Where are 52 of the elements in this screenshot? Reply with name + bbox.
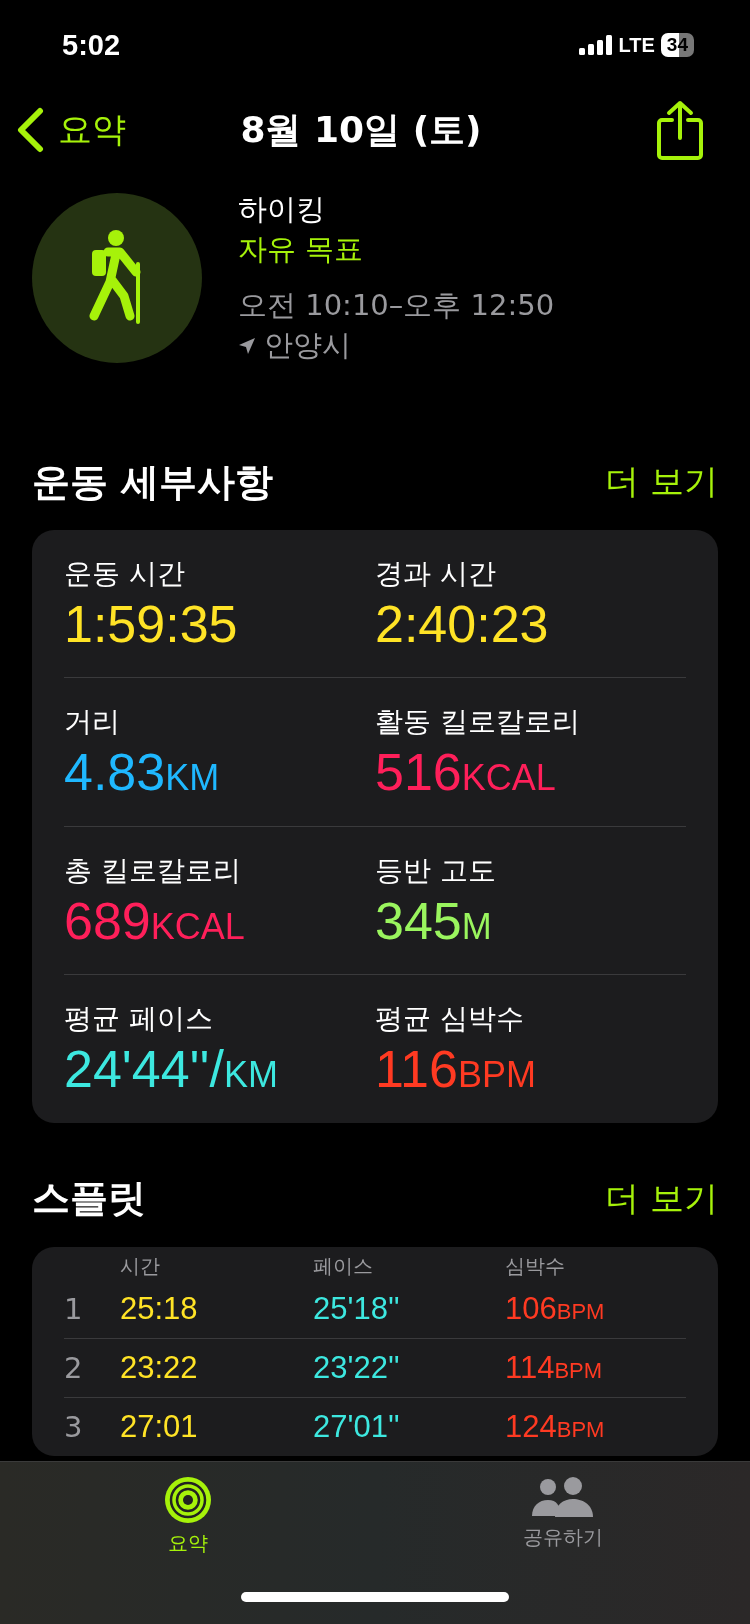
split-index: 3 (64, 1409, 84, 1444)
more-link[interactable]: 더 보기 (605, 459, 718, 505)
battery-indicator: 34 (660, 33, 694, 57)
column-header: 심박수 (505, 1252, 566, 1280)
split-pace: 23'22'' (313, 1349, 401, 1386)
metric-label: 거리 (64, 704, 121, 741)
rings-icon (163, 1476, 212, 1524)
section-title: 운동 세부사항 (32, 458, 274, 506)
share-icon (656, 100, 704, 160)
share-button[interactable] (656, 100, 704, 160)
split-index: 1 (64, 1291, 84, 1326)
section-title: 스플릿 (32, 1175, 146, 1223)
split-pace: 25'18'' (313, 1290, 401, 1327)
people-icon (530, 1476, 595, 1518)
nav-title: 8월 10일 (토) (239, 107, 483, 152)
split-time: 27:01 (120, 1408, 199, 1445)
metric-label: 평균 심박수 (375, 1001, 525, 1038)
metric-value: 1:59:35 (64, 594, 239, 655)
metric-value: 516KCAL (375, 742, 557, 804)
network-label: LTE (618, 33, 655, 57)
status-time: 5:02 (62, 28, 121, 62)
split-heart-rate: 114BPM (505, 1349, 604, 1386)
metric-value: 345M (375, 890, 493, 952)
chevron-left-icon (16, 107, 44, 153)
metric-label: 총 킬로칼로리 (64, 852, 242, 889)
metric-label: 평균 페이스 (64, 1001, 214, 1038)
metric-value: 689KCAL (64, 890, 246, 952)
metric-value: 4.83KM (64, 742, 221, 804)
metric-value: 24'44''/KM (64, 1039, 279, 1101)
signal-icon (578, 35, 613, 55)
back-button[interactable]: 요약 (16, 107, 126, 153)
tab[interactable]: 공유하기 (375, 1462, 750, 1624)
location: 안양시 (264, 327, 351, 364)
workout-name: 하이킹 (238, 191, 326, 228)
workout-goal: 자유 목표 (238, 231, 365, 268)
time-range: 오전 10:10–오후 12:50 (238, 287, 555, 324)
column-header: 페이스 (313, 1252, 374, 1280)
split-pace: 27'01'' (313, 1408, 401, 1445)
split-heart-rate: 106BPM (505, 1290, 606, 1327)
more-link[interactable]: 더 보기 (605, 1175, 718, 1222)
metric-value: 2:40:23 (375, 594, 550, 655)
metric-label: 활동 킬로칼로리 (375, 704, 581, 741)
metric-label: 등반 고도 (375, 852, 497, 889)
split-heart-rate: 124BPM (505, 1408, 606, 1445)
metric-label: 운동 시간 (64, 556, 186, 592)
split-index: 2 (64, 1350, 84, 1385)
column-header: 시간 (120, 1252, 161, 1280)
location-arrow-icon (238, 337, 256, 355)
split-time: 25:18 (120, 1290, 199, 1327)
metric-value: 116BPM (375, 1039, 537, 1101)
metric-label: 경과 시간 (375, 556, 497, 592)
split-time: 23:22 (120, 1349, 199, 1386)
